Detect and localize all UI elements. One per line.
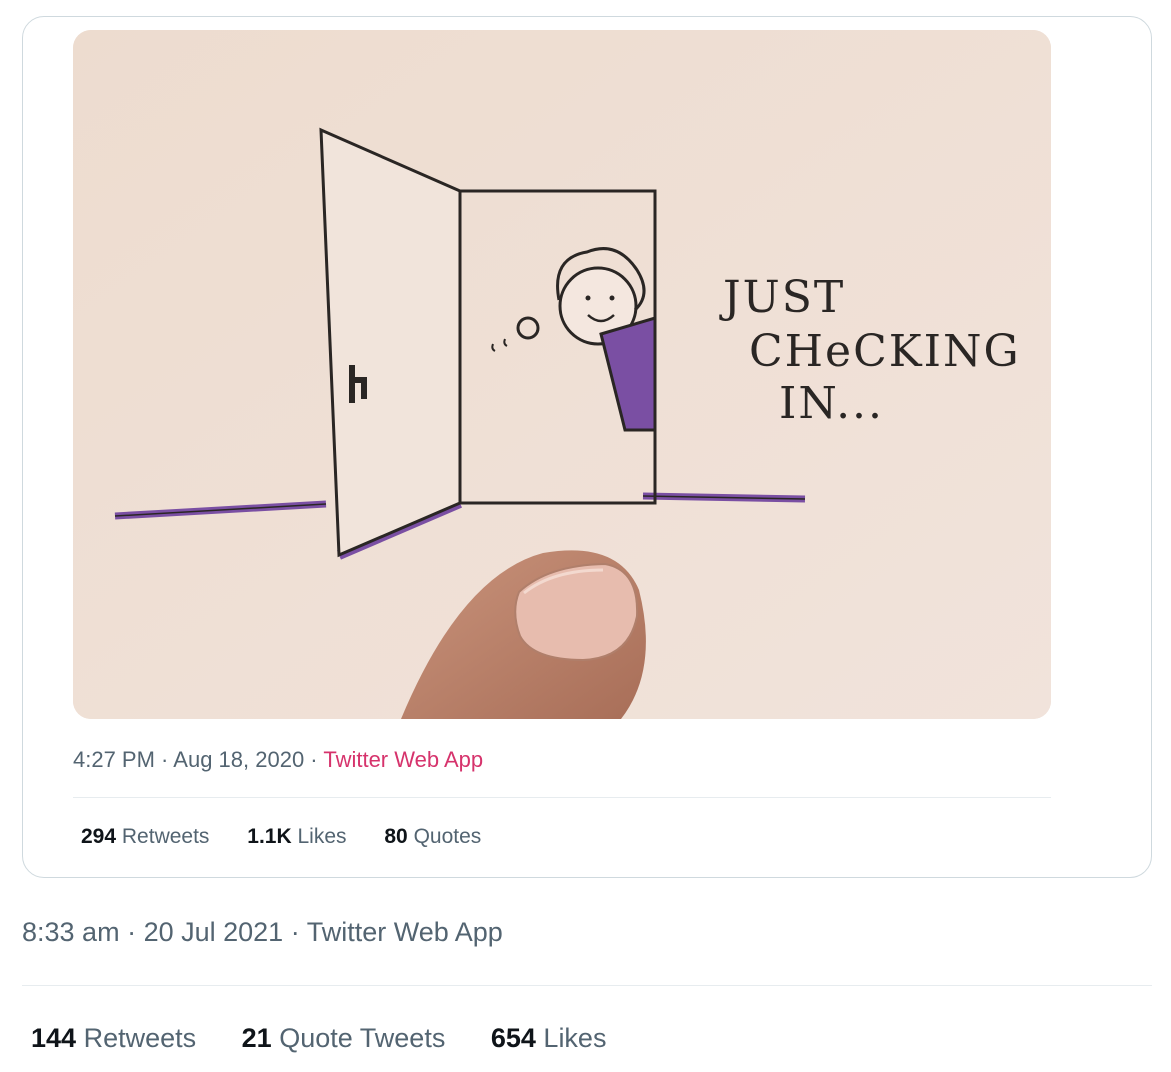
quoted-tweet-date[interactable]: Aug 18, 2020 bbox=[173, 747, 304, 772]
likes-stat-link[interactable]: 654 Likes bbox=[491, 1023, 607, 1053]
quote-tweets-count: 21 bbox=[241, 1023, 272, 1053]
separator-dot: · bbox=[119, 917, 144, 947]
quoted-tweet-stats: 294 Retweets 1.1K Likes 80 Quotes bbox=[81, 825, 513, 849]
quote-tweets-label: Quote Tweets bbox=[279, 1023, 446, 1053]
retweets-label: Retweets bbox=[121, 825, 210, 848]
likes-count: 654 bbox=[490, 1023, 536, 1053]
quoted-tweet-card[interactable]: JUST CHeCKING IN... 4:27 PM · Aug 18, 20… bbox=[22, 16, 1152, 878]
retweets-stat-link[interactable]: 294 Retweets bbox=[81, 825, 209, 848]
likes-count: 1.1K bbox=[247, 825, 292, 848]
retweets-stat-link[interactable]: 144 Retweets bbox=[31, 1023, 196, 1053]
quoted-tweet-time[interactable]: 4:27 PM bbox=[73, 747, 155, 772]
separator-dot: · bbox=[304, 747, 324, 772]
tweet-date[interactable]: 20 Jul 2021 bbox=[144, 917, 284, 947]
retweets-count: 144 bbox=[31, 1023, 77, 1053]
image-text-line-2: CHeCKING bbox=[749, 326, 1021, 377]
tweet-source-link[interactable]: Twitter Web App bbox=[307, 917, 503, 947]
image-text-line-1: JUST bbox=[719, 272, 845, 323]
quoted-tweet-timestamp: 4:27 PM · Aug 18, 2020 · Twitter Web App bbox=[73, 747, 483, 773]
separator-dot: · bbox=[154, 747, 174, 772]
quotes-label: Quotes bbox=[413, 825, 482, 848]
tweet-stats: 144 Retweets 21 Quote Tweets 654 Likes bbox=[31, 1023, 644, 1054]
retweets-label: Retweets bbox=[83, 1023, 197, 1053]
image-text-line-3: IN... bbox=[779, 378, 884, 429]
quotes-stat-link[interactable]: 80 Quotes bbox=[384, 825, 481, 848]
likes-stat-link[interactable]: 1.1K Likes bbox=[247, 825, 346, 848]
retweets-count: 294 bbox=[81, 825, 117, 848]
separator-dot: · bbox=[283, 917, 307, 947]
tweet-time[interactable]: 8:33 am bbox=[22, 917, 120, 947]
quoted-tweet-source-link[interactable]: Twitter Web App bbox=[323, 747, 483, 772]
quote-tweets-stat-link[interactable]: 21 Quote Tweets bbox=[242, 1023, 446, 1053]
divider bbox=[22, 985, 1152, 986]
door-doodle-illustration: JUST CHeCKING IN... bbox=[73, 30, 1051, 719]
likes-label: Likes bbox=[297, 825, 347, 848]
tweet-timestamp: 8:33 am · 20 Jul 2021 · Twitter Web App bbox=[22, 917, 503, 948]
likes-label: Likes bbox=[543, 1023, 607, 1053]
divider bbox=[73, 797, 1051, 798]
tweet-image[interactable]: JUST CHeCKING IN... bbox=[73, 30, 1051, 719]
quotes-count: 80 bbox=[384, 825, 408, 848]
